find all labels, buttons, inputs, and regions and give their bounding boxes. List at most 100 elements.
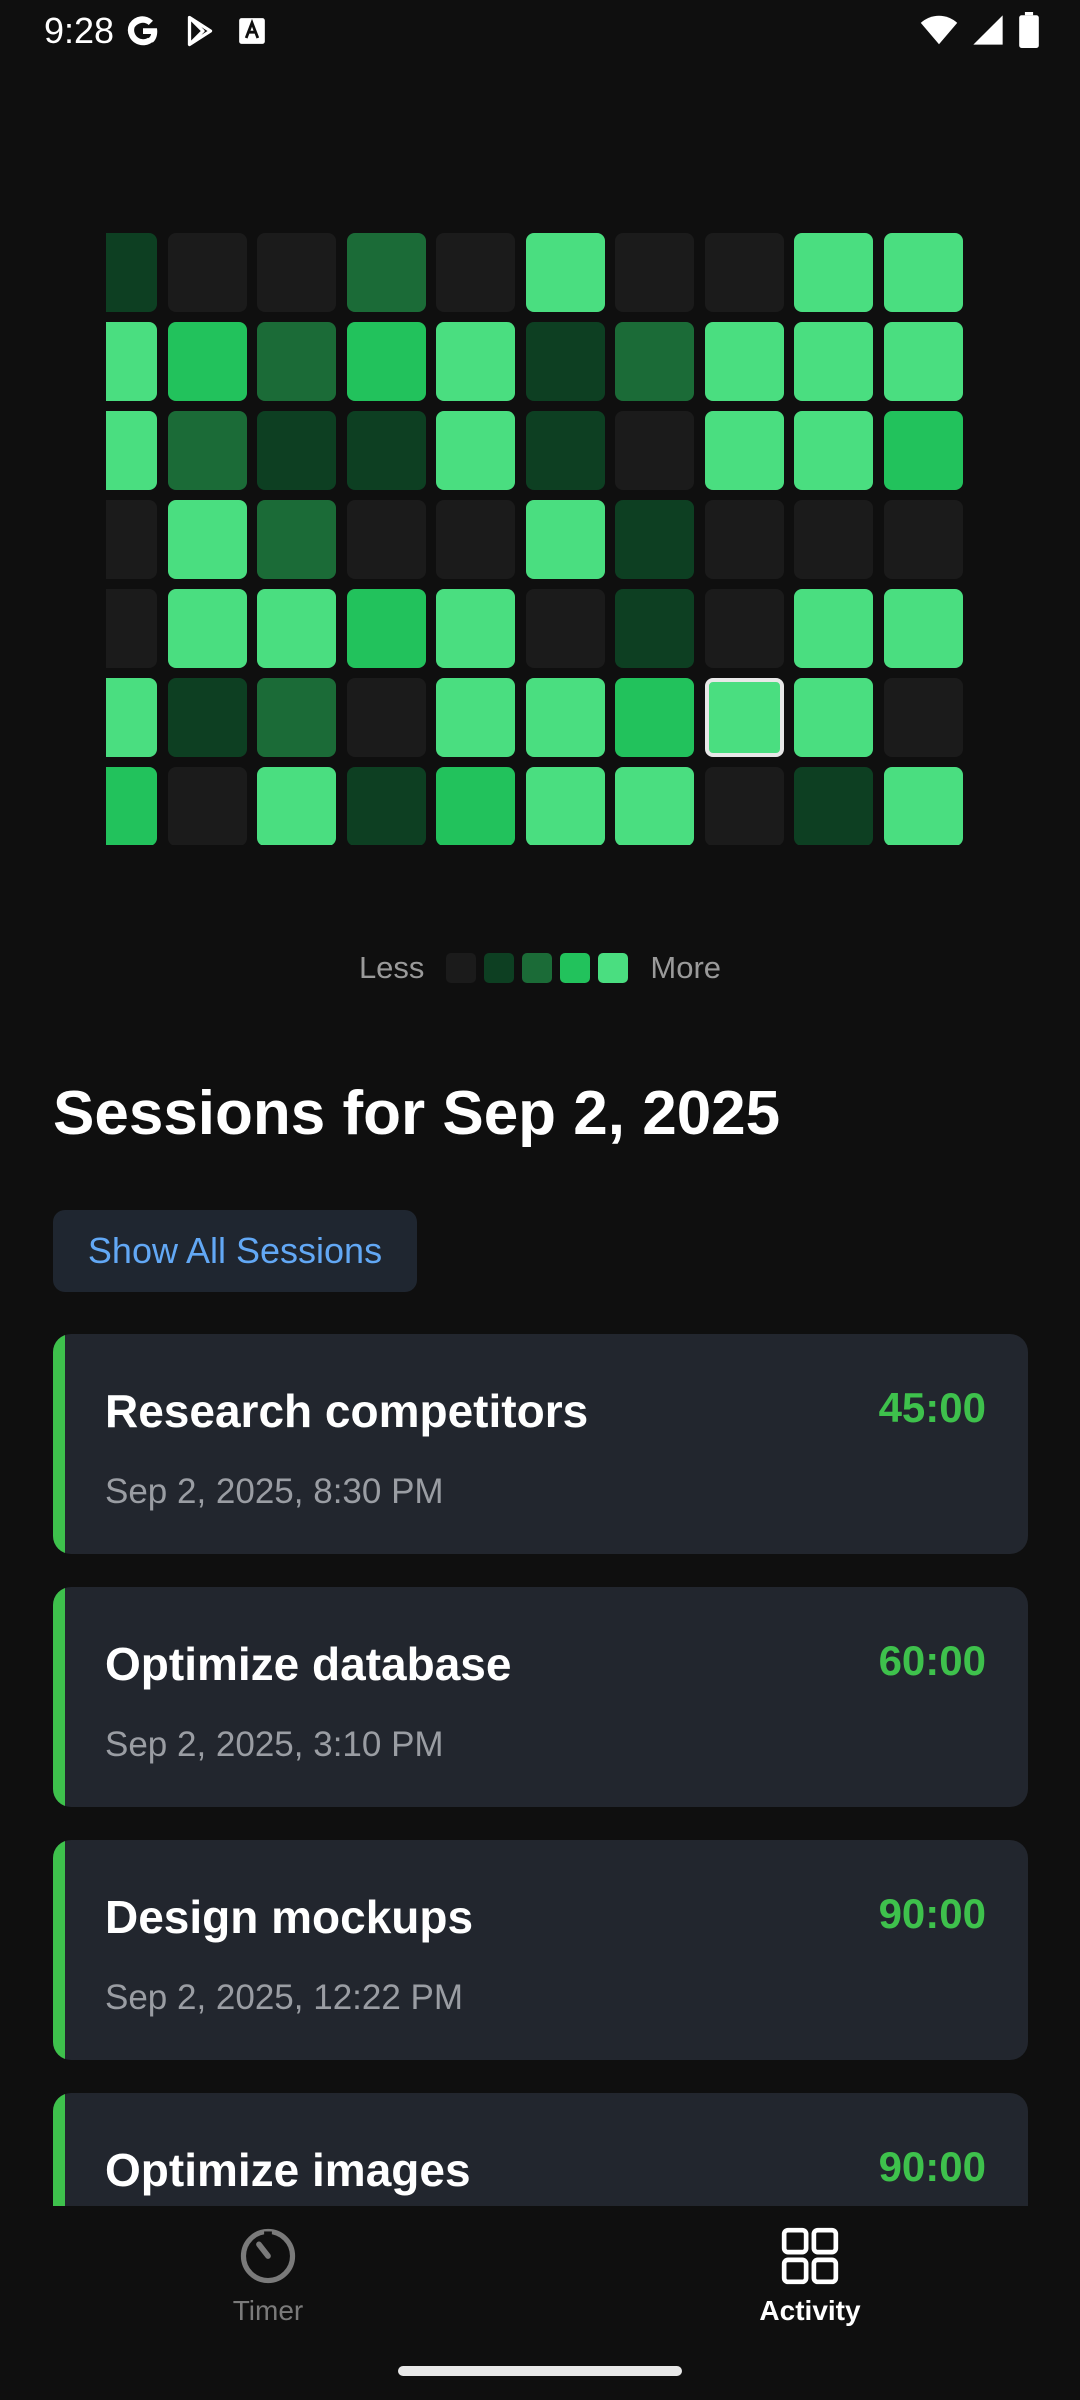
heatmap-cell[interactable] bbox=[704, 589, 784, 668]
heatmap-cell[interactable] bbox=[167, 589, 247, 668]
nav-activity[interactable]: Activity bbox=[710, 2225, 910, 2327]
legend-more-label: More bbox=[650, 950, 722, 985]
session-datetime: Sep 2, 2025, 8:30 PM bbox=[105, 1472, 444, 1511]
nav-timer[interactable]: Timer bbox=[168, 2225, 368, 2327]
heatmap-cell[interactable] bbox=[346, 233, 426, 312]
heatmap-cell[interactable] bbox=[525, 233, 605, 312]
heatmap-cell[interactable] bbox=[794, 678, 873, 757]
legend-less-label: Less bbox=[358, 950, 425, 985]
heatmap-cell[interactable] bbox=[106, 767, 157, 845]
status-system-icons bbox=[920, 12, 1040, 48]
heatmap-cell[interactable] bbox=[106, 500, 157, 579]
heatmap-cell[interactable] bbox=[615, 767, 694, 845]
show-all-sessions-button[interactable]: Show All Sessions bbox=[53, 1210, 417, 1292]
heatmap-cell[interactable] bbox=[436, 589, 515, 668]
heatmap-cell[interactable] bbox=[883, 322, 963, 401]
battery-icon bbox=[1019, 12, 1039, 48]
heatmap-cell[interactable] bbox=[615, 589, 694, 668]
grid-icon bbox=[781, 2227, 839, 2285]
heatmap-cell[interactable] bbox=[704, 322, 784, 401]
heatmap-cell[interactable] bbox=[167, 767, 247, 845]
heatmap-cell[interactable] bbox=[704, 411, 784, 490]
heatmap-cell[interactable] bbox=[346, 500, 426, 579]
status-time: 9:28 bbox=[44, 10, 115, 51]
heatmap-cell[interactable] bbox=[615, 233, 694, 312]
heatmap-cell[interactable] bbox=[167, 411, 247, 490]
heatmap-cell[interactable] bbox=[257, 500, 336, 579]
heatmap-cell[interactable] bbox=[106, 411, 157, 490]
sessions-list[interactable]: Research competitors Sep 2, 2025, 8:30 P… bbox=[53, 1334, 1028, 2206]
heatmap-cell[interactable] bbox=[257, 678, 336, 757]
heatmap-cell[interactable] bbox=[436, 322, 515, 401]
heatmap-cell[interactable] bbox=[883, 500, 963, 579]
heatmap-cell[interactable] bbox=[436, 678, 515, 757]
heatmap-cell[interactable] bbox=[257, 322, 336, 401]
nav-activity-label: Activity bbox=[759, 2295, 861, 2326]
heatmap-cell[interactable] bbox=[346, 678, 426, 757]
heatmap-cell[interactable] bbox=[704, 767, 784, 845]
wifi-icon bbox=[920, 15, 958, 45]
heatmap-cell[interactable] bbox=[436, 411, 515, 490]
heatmap-cell[interactable] bbox=[883, 678, 963, 757]
heatmap-cell[interactable] bbox=[346, 411, 426, 490]
heatmap-cell[interactable] bbox=[794, 500, 873, 579]
session-card[interactable]: Optimize images 90:00 bbox=[53, 2093, 1028, 2206]
session-card[interactable]: Research competitors Sep 2, 2025, 8:30 P… bbox=[53, 1334, 1028, 1554]
heatmap-cell[interactable] bbox=[346, 767, 426, 845]
heatmap-cell[interactable] bbox=[346, 322, 426, 401]
heatmap-cell[interactable] bbox=[257, 411, 336, 490]
heatmap-cell[interactable] bbox=[257, 589, 336, 668]
heatmap-cell[interactable] bbox=[525, 589, 605, 668]
heatmap-cell[interactable] bbox=[525, 500, 605, 579]
session-duration: 90:00 bbox=[878, 2143, 986, 2190]
heatmap-cell[interactable] bbox=[794, 767, 873, 845]
heatmap-cell[interactable] bbox=[167, 233, 247, 312]
heatmap-cell[interactable] bbox=[615, 678, 694, 757]
sessions-title: Sessions for Sep 2, 2025 bbox=[53, 1079, 781, 1148]
heatmap-cell[interactable] bbox=[883, 233, 963, 312]
heatmap-cell[interactable] bbox=[794, 411, 873, 490]
heatmap-cell[interactable] bbox=[704, 500, 784, 579]
heatmap-cell[interactable] bbox=[436, 233, 515, 312]
session-duration: 90:00 bbox=[878, 1890, 986, 1937]
heatmap-cell[interactable] bbox=[106, 322, 157, 401]
heatmap-cell[interactable] bbox=[883, 411, 963, 490]
legend-swatch bbox=[446, 953, 477, 983]
heatmap-cell[interactable] bbox=[257, 233, 336, 312]
heatmap-cell[interactable] bbox=[525, 767, 605, 845]
heatmap-cell[interactable] bbox=[167, 678, 247, 757]
legend-swatches bbox=[446, 953, 629, 983]
heatmap-cell[interactable] bbox=[436, 767, 515, 845]
session-duration: 45:00 bbox=[878, 1384, 986, 1431]
heatmap-cell[interactable] bbox=[525, 678, 605, 757]
heatmap-cell[interactable] bbox=[167, 500, 247, 579]
heatmap-cell[interactable] bbox=[257, 767, 336, 845]
heatmap-cell[interactable] bbox=[794, 589, 873, 668]
session-card[interactable]: Design mockups Sep 2, 2025, 12:22 PM 90:… bbox=[53, 1840, 1028, 2060]
heatmap-cell[interactable] bbox=[883, 767, 963, 845]
heatmap-cell[interactable] bbox=[794, 322, 873, 401]
heatmap-cell[interactable] bbox=[346, 589, 426, 668]
heatmap-cell[interactable] bbox=[525, 411, 605, 490]
heatmap-cell[interactable] bbox=[794, 233, 873, 312]
heatmap-cell[interactable] bbox=[106, 589, 157, 668]
heatmap-cell[interactable] bbox=[167, 322, 247, 401]
heatmap-cell[interactable] bbox=[106, 678, 157, 757]
heatmap-cell[interactable] bbox=[615, 322, 694, 401]
legend-swatch bbox=[484, 953, 515, 983]
heatmap-cell[interactable] bbox=[436, 500, 515, 579]
heatmap-cell[interactable] bbox=[704, 678, 784, 757]
heatmap-cell[interactable] bbox=[525, 322, 605, 401]
session-name: Design mockups bbox=[105, 1891, 474, 1943]
home-indicator bbox=[398, 2366, 682, 2376]
heatmap-cell[interactable] bbox=[106, 233, 157, 312]
session-card[interactable]: Optimize database Sep 2, 2025, 3:10 PM 6… bbox=[53, 1587, 1028, 1807]
heatmap-cell[interactable] bbox=[883, 589, 963, 668]
session-name: Optimize images bbox=[105, 2144, 471, 2196]
heatmap-cell[interactable] bbox=[704, 233, 784, 312]
play-store-icon bbox=[187, 15, 213, 47]
heatmap-cell[interactable] bbox=[615, 500, 694, 579]
heatmap-cell[interactable] bbox=[615, 411, 694, 490]
session-name: Optimize database bbox=[105, 1638, 512, 1690]
timer-icon bbox=[240, 2228, 296, 2284]
